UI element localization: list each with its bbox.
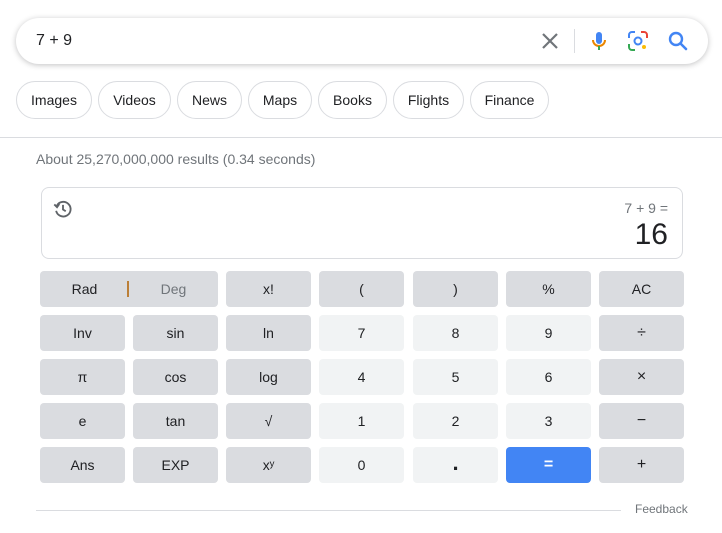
search-divider bbox=[574, 29, 575, 53]
header-divider bbox=[0, 137, 722, 138]
sin-key[interactable]: sin bbox=[133, 315, 218, 351]
result-stats: About 25,270,000,000 results (0.34 secon… bbox=[36, 151, 316, 167]
digit-3-key[interactable]: 3 bbox=[506, 403, 591, 439]
decimal-key[interactable]: . bbox=[413, 447, 498, 483]
equals-key[interactable]: = bbox=[506, 447, 591, 483]
open-paren-key[interactable]: ( bbox=[319, 271, 404, 307]
calculator-expression: 7 + 9 = bbox=[624, 200, 668, 216]
calculator-display: 7 + 9 = 16 bbox=[41, 187, 683, 259]
deg-option[interactable]: Deg bbox=[129, 271, 218, 307]
chip-books[interactable]: Books bbox=[318, 81, 387, 119]
digit-5-key[interactable]: 5 bbox=[413, 359, 498, 395]
inverse-key[interactable]: Inv bbox=[40, 315, 125, 351]
microphone-icon[interactable] bbox=[587, 29, 611, 53]
digit-4-key[interactable]: 4 bbox=[319, 359, 404, 395]
footer-divider bbox=[36, 510, 621, 511]
chip-finance[interactable]: Finance bbox=[470, 81, 549, 119]
all-clear-key[interactable]: AC bbox=[599, 271, 684, 307]
feedback-link[interactable]: Feedback bbox=[635, 502, 688, 516]
multiply-key[interactable]: × bbox=[599, 359, 684, 395]
chip-news[interactable]: News bbox=[177, 81, 242, 119]
chip-flights[interactable]: Flights bbox=[393, 81, 464, 119]
digit-1-key[interactable]: 1 bbox=[319, 403, 404, 439]
close-icon[interactable] bbox=[538, 29, 562, 53]
rad-deg-toggle[interactable]: Rad Deg bbox=[40, 271, 218, 307]
chip-images[interactable]: Images bbox=[16, 81, 92, 119]
log-key[interactable]: log bbox=[226, 359, 311, 395]
percent-key[interactable]: % bbox=[506, 271, 591, 307]
search-bar[interactable]: 7 + 9 bbox=[16, 18, 708, 64]
history-icon[interactable] bbox=[52, 198, 74, 220]
cos-key[interactable]: cos bbox=[133, 359, 218, 395]
factorial-key[interactable]: x! bbox=[226, 271, 311, 307]
digit-2-key[interactable]: 2 bbox=[413, 403, 498, 439]
digit-6-key[interactable]: 6 bbox=[506, 359, 591, 395]
search-icon[interactable] bbox=[666, 29, 690, 53]
plus-key[interactable]: + bbox=[599, 447, 684, 483]
ln-key[interactable]: ln bbox=[226, 315, 311, 351]
sqrt-key[interactable]: √ bbox=[226, 403, 311, 439]
digit-0-key[interactable]: 0 bbox=[319, 447, 404, 483]
minus-key[interactable]: − bbox=[599, 403, 684, 439]
chip-videos[interactable]: Videos bbox=[98, 81, 171, 119]
search-input[interactable]: 7 + 9 bbox=[36, 18, 72, 64]
divide-key[interactable]: ÷ bbox=[599, 315, 684, 351]
pi-key[interactable]: π bbox=[40, 359, 125, 395]
digit-8-key[interactable]: 8 bbox=[413, 315, 498, 351]
e-key[interactable]: e bbox=[40, 403, 125, 439]
tan-key[interactable]: tan bbox=[133, 403, 218, 439]
camera-lens-icon[interactable] bbox=[626, 29, 650, 53]
digit-9-key[interactable]: 9 bbox=[506, 315, 591, 351]
answer-key[interactable]: Ans bbox=[40, 447, 125, 483]
power-key[interactable]: xʸ bbox=[226, 447, 311, 483]
chip-maps[interactable]: Maps bbox=[248, 81, 312, 119]
close-paren-key[interactable]: ) bbox=[413, 271, 498, 307]
rad-option[interactable]: Rad bbox=[40, 271, 129, 307]
exp-key[interactable]: EXP bbox=[133, 447, 218, 483]
calculator-result: 16 bbox=[634, 218, 668, 251]
digit-7-key[interactable]: 7 bbox=[319, 315, 404, 351]
